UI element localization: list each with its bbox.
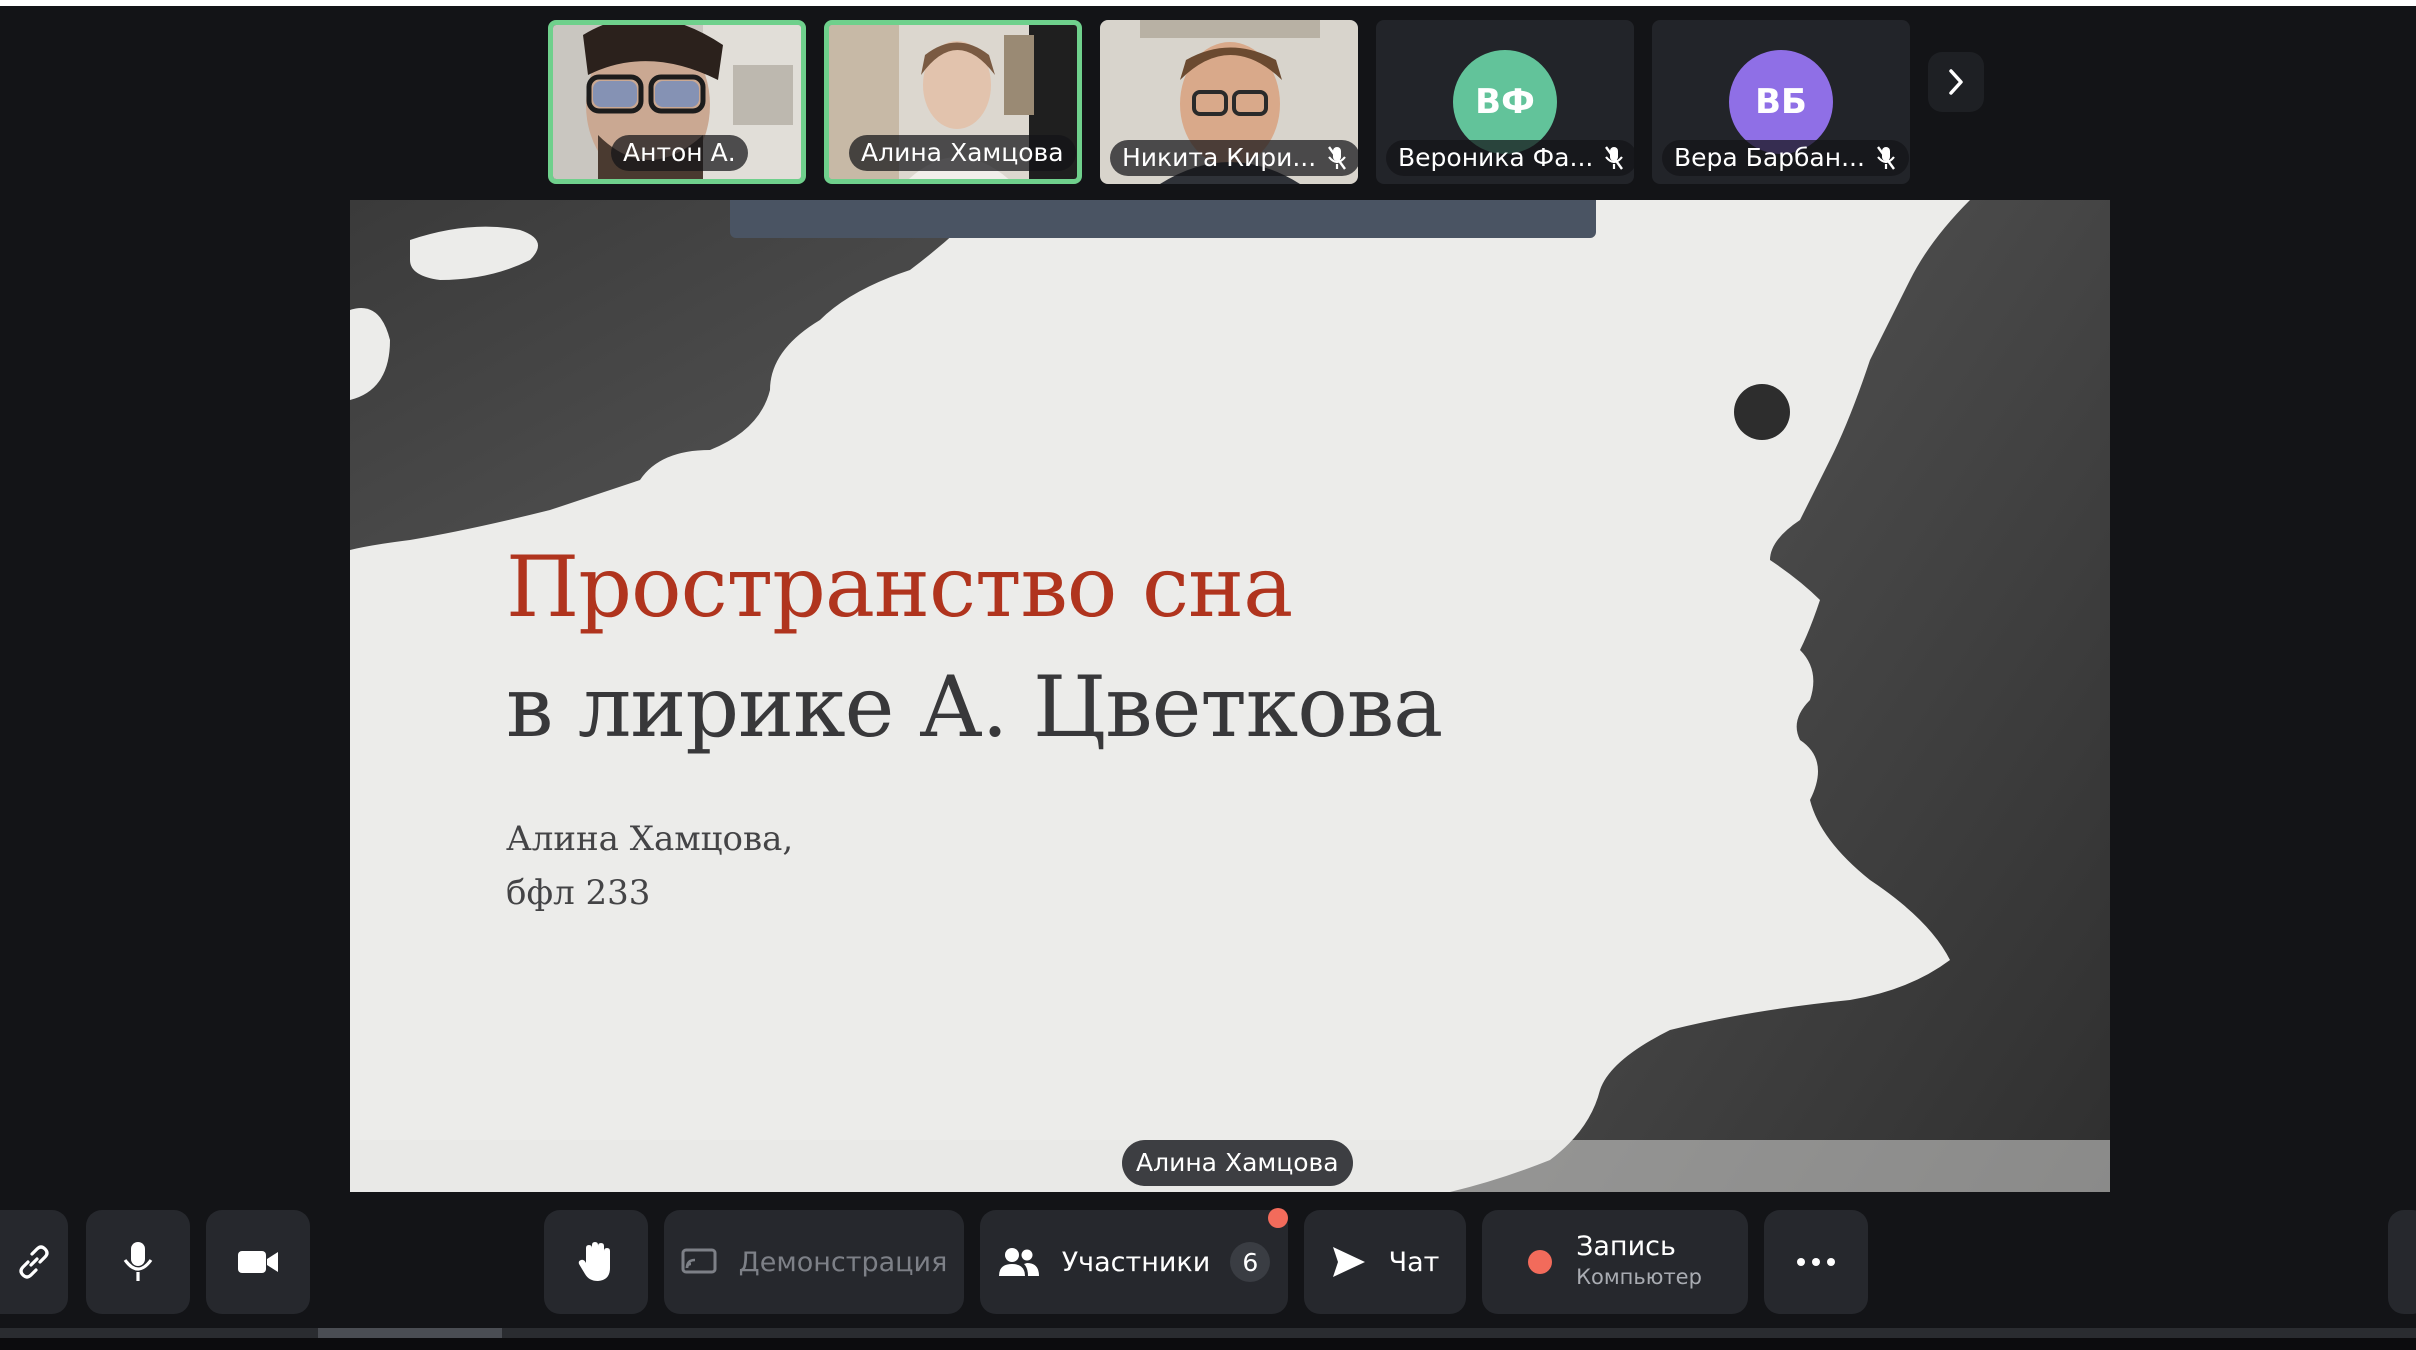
window-top-edge	[0, 0, 2416, 6]
copy-link-button[interactable]	[0, 1210, 68, 1314]
participant-avatar: ВФ	[1453, 50, 1557, 154]
participant-name: Вероника Фа...	[1386, 140, 1634, 176]
chat-button[interactable]: Чат	[1304, 1210, 1466, 1314]
people-icon	[998, 1248, 1039, 1276]
screen-share-button[interactable]: Демонстрация	[664, 1210, 964, 1314]
more-dots-icon	[1797, 1258, 1835, 1266]
slide-title-line1: Пространство сна	[506, 538, 1293, 636]
record-button[interactable]: Запись Компьютер	[1482, 1210, 1748, 1314]
mic-muted-icon	[1605, 146, 1624, 170]
record-dot-icon	[1528, 1250, 1553, 1274]
raise-hand-button[interactable]	[544, 1210, 648, 1314]
link-icon	[19, 1245, 49, 1279]
participant-tile[interactable]: ВФ Вероника Фа...	[1376, 20, 1634, 184]
participants-button[interactable]: Участники 6	[980, 1210, 1288, 1314]
video-camera-icon	[238, 1251, 278, 1273]
slide-title-line2: в лирике А. Цветкова	[506, 658, 1443, 756]
screen-share-label: Демонстрация	[738, 1246, 948, 1278]
participant-name: Алина Хамцова	[849, 135, 1076, 171]
participant-tile[interactable]: ВБ Вера Барбан...	[1652, 20, 1910, 184]
raise-hand-icon	[578, 1242, 610, 1281]
record-label: Запись	[1576, 1231, 1676, 1262]
participant-name: Никита Кири...	[1110, 140, 1358, 176]
scrollbar-thumb[interactable]	[318, 1328, 502, 1338]
participants-next-button[interactable]	[1928, 52, 1984, 112]
presenter-name-label: Алина Хамцова	[1122, 1140, 1353, 1186]
participant-avatar: ВБ	[1729, 50, 1833, 154]
slide-author-group: бфл 233	[506, 873, 651, 913]
record-target: Компьютер	[1576, 1265, 1702, 1289]
notification-dot	[1268, 1208, 1288, 1228]
slide-author: Алина Хамцова, бфл 233	[506, 812, 793, 920]
bottom-edge	[0, 1338, 2416, 1350]
screen-share-icon	[681, 1248, 717, 1274]
chat-label: Чат	[1388, 1246, 1440, 1278]
slide-author-name: Алина Хамцова,	[506, 819, 794, 859]
edge-button[interactable]	[2388, 1210, 2416, 1314]
participant-name: Вера Барбан...	[1662, 140, 1909, 176]
send-arrow-icon	[1332, 1247, 1365, 1277]
participants-count-badge: 6	[1230, 1242, 1271, 1282]
participant-tile[interactable]: Алина Хамцова	[824, 20, 1082, 184]
participant-name: Антон А.	[611, 135, 748, 171]
fullscreen-notice-banner	[730, 200, 1596, 238]
chevron-right-icon	[1949, 69, 1963, 95]
participant-tile[interactable]: Никита Кири...	[1100, 20, 1358, 184]
microphone-button[interactable]	[86, 1210, 190, 1314]
more-options-button[interactable]	[1764, 1210, 1868, 1314]
participants-label: Участники	[1061, 1246, 1211, 1278]
record-text: Запись Компьютер	[1576, 1232, 1702, 1292]
shared-screen: Пространство сна в лирике А. Цветкова Ал…	[350, 200, 2110, 1192]
mic-muted-icon	[1328, 146, 1347, 170]
camera-button[interactable]	[206, 1210, 310, 1314]
microphone-icon	[123, 1242, 153, 1281]
mic-muted-icon	[1876, 146, 1895, 170]
participant-tile[interactable]: Антон А.	[548, 20, 806, 184]
